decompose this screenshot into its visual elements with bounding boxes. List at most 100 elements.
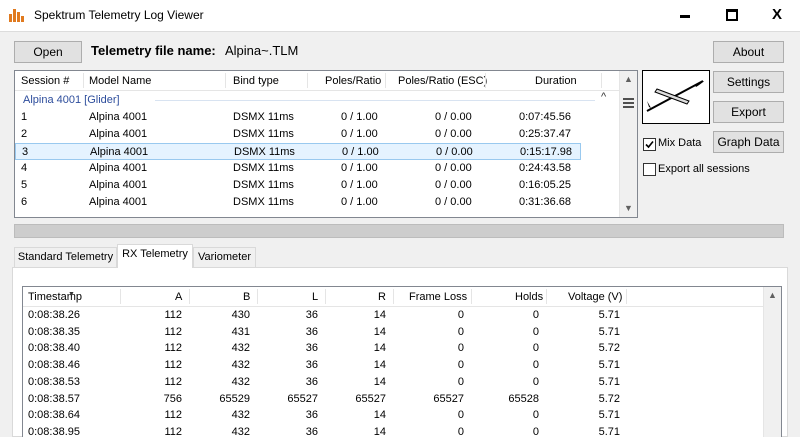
rx-row[interactable]: 0:08:38.57 756 65529 65527 65527 65527 65528 5.… bbox=[23, 391, 763, 407]
group-divider bbox=[155, 100, 595, 101]
sessions-list[interactable]: Session # Model Name Bind type Poles/Rat… bbox=[14, 70, 638, 218]
rx-cell: 112 bbox=[164, 359, 182, 372]
session-cell: 0 / 1.00 bbox=[341, 179, 378, 191]
scroll-up-icon[interactable]: ▲ bbox=[620, 71, 637, 88]
col-l[interactable]: L bbox=[312, 291, 318, 303]
session-cell: Alpina 4001 bbox=[89, 128, 148, 140]
rx-cell: 65527 bbox=[355, 392, 386, 405]
rx-cell: 0:08:38.40 bbox=[28, 342, 80, 355]
rx-cell: 0:08:38.26 bbox=[28, 309, 80, 321]
rx-scrollbar[interactable]: ▲ bbox=[763, 287, 781, 437]
rx-cell: 14 bbox=[373, 375, 386, 388]
sort-arrow-icon: ▼ bbox=[68, 291, 75, 298]
group-header[interactable]: Alpina 4001 [Glider] bbox=[23, 94, 120, 106]
col-b[interactable]: B bbox=[243, 291, 250, 303]
mix-data-label: Mix Data bbox=[658, 137, 702, 149]
rx-cell: 0 bbox=[457, 359, 464, 372]
rx-row[interactable]: 0:08:38.35 112 431 36 14 0 0 5.71 bbox=[23, 324, 763, 340]
session-row[interactable]: 3 Alpina 4001 DSMX 11ms 0 / 1.00 0 / 0.00 0:1… bbox=[15, 143, 581, 160]
rx-row[interactable]: 0:08:38.64 112 432 36 14 0 0 5.71 bbox=[23, 407, 763, 423]
rx-row[interactable]: 0:08:38.53 112 432 36 14 0 0 5.71 bbox=[23, 374, 763, 390]
rx-cell: 5.71 bbox=[598, 359, 620, 372]
glider-icon bbox=[646, 80, 704, 112]
col-a[interactable]: A bbox=[175, 291, 182, 303]
rx-cell: 65527 bbox=[433, 392, 464, 405]
session-cell: Alpina 4001 bbox=[89, 179, 148, 191]
rx-cell: 0 bbox=[532, 409, 539, 422]
about-button[interactable]: About bbox=[713, 41, 784, 63]
session-row[interactable]: 6 Alpina 4001 DSMX 11ms 0 / 1.00 0 / 0.00 0:3… bbox=[15, 194, 581, 211]
rx-cell: 5.71 bbox=[598, 409, 620, 422]
col-poles-ratio[interactable]: Poles/Ratio bbox=[325, 75, 381, 87]
graph-data-button[interactable]: Graph Data bbox=[713, 131, 784, 153]
file-name-label: Telemetry file name: bbox=[91, 43, 216, 58]
rx-row[interactable]: 0:08:38.26 112 430 36 14 0 0 5.71 bbox=[23, 307, 763, 323]
rx-cell: 0 bbox=[532, 325, 539, 338]
rx-cell: 0:08:38.46 bbox=[28, 359, 80, 372]
chevron-up-icon[interactable]: ^ bbox=[601, 91, 606, 103]
session-row[interactable]: 1 Alpina 4001 DSMX 11ms 0 / 1.00 0 / 0.00 0:0… bbox=[15, 109, 581, 126]
session-cell: 6 bbox=[21, 196, 28, 208]
rx-cell: 0 bbox=[532, 425, 539, 437]
rx-cell: 36 bbox=[305, 409, 318, 422]
rx-cell: 14 bbox=[373, 342, 386, 355]
session-cell: Alpina 4001 bbox=[89, 111, 148, 123]
check-icon bbox=[645, 140, 654, 149]
minimize-button[interactable] bbox=[662, 0, 708, 31]
rx-cell: 65527 bbox=[287, 392, 318, 405]
rx-cell: 0:08:38.57 bbox=[28, 392, 80, 405]
session-row[interactable]: 4 Alpina 4001 DSMX 11ms 0 / 1.00 0 / 0.00 0:2… bbox=[15, 160, 581, 177]
session-row[interactable]: 2 Alpina 4001 DSMX 11ms 0 / 1.00 0 / 0.00 0:2… bbox=[15, 126, 581, 143]
session-cell: DSMX 11ms bbox=[233, 162, 294, 174]
session-cell: 0 / 0.00 bbox=[435, 196, 472, 208]
session-cell: 4 bbox=[21, 162, 28, 174]
tab-standard-telemetry[interactable]: Standard Telemetry bbox=[14, 247, 117, 267]
export-button[interactable]: Export bbox=[713, 101, 784, 123]
col-r[interactable]: R bbox=[378, 291, 386, 303]
session-cell: 0:15:17.98 bbox=[520, 146, 572, 158]
col-bind-type[interactable]: Bind type bbox=[233, 75, 279, 87]
export-all-checkbox[interactable] bbox=[643, 163, 656, 176]
close-button[interactable]: X bbox=[754, 0, 800, 31]
col-frame-loss[interactable]: Frame Loss bbox=[409, 291, 467, 303]
rx-cell: 112 bbox=[164, 342, 182, 355]
session-cell: 0:25:37.47 bbox=[519, 128, 571, 140]
col-holds[interactable]: Holds bbox=[515, 291, 543, 303]
rx-cell: 36 bbox=[305, 375, 318, 388]
minimize-icon bbox=[680, 15, 690, 18]
menu-icon[interactable] bbox=[623, 98, 634, 110]
rx-cell: 36 bbox=[305, 309, 318, 321]
rx-row[interactable]: 0:08:38.40 112 432 36 14 0 0 5.72 bbox=[23, 340, 763, 356]
mix-data-checkbox[interactable] bbox=[643, 138, 656, 151]
maximize-button[interactable] bbox=[708, 0, 754, 31]
session-cell: 0 / 0.00 bbox=[435, 162, 472, 174]
rx-cell: 112 bbox=[164, 325, 182, 338]
scroll-down-icon[interactable]: ▼ bbox=[620, 200, 637, 217]
session-cell: 2 bbox=[21, 128, 28, 140]
session-cell: 0:24:43.58 bbox=[519, 162, 571, 174]
scroll-up-icon[interactable]: ▲ bbox=[764, 287, 781, 304]
tab-variometer[interactable]: Variometer bbox=[193, 247, 256, 267]
close-icon: X bbox=[771, 6, 782, 23]
col-duration[interactable]: Duration bbox=[535, 75, 577, 87]
rx-row[interactable]: 0:08:38.95 112 432 36 14 0 0 5.71 bbox=[23, 424, 763, 437]
rx-cell: 5.71 bbox=[598, 325, 620, 338]
rx-row[interactable]: 0:08:38.46 112 432 36 14 0 0 5.71 bbox=[23, 357, 763, 373]
rx-cell: 756 bbox=[163, 392, 182, 405]
open-button[interactable]: Open bbox=[14, 41, 82, 63]
col-voltage[interactable]: Voltage (V) bbox=[568, 291, 622, 303]
tab-rx-telemetry[interactable]: RX Telemetry bbox=[117, 244, 193, 268]
col-poles-ratio-esc[interactable]: Poles/Ratio (ESC) bbox=[398, 75, 487, 87]
session-cell: 0 / 0.00 bbox=[435, 128, 472, 140]
rx-cell: 0 bbox=[457, 342, 464, 355]
settings-button[interactable]: Settings bbox=[713, 71, 784, 93]
col-session[interactable]: Session # bbox=[21, 75, 69, 87]
rx-cell: 5.72 bbox=[598, 342, 620, 355]
col-model-name[interactable]: Model Name bbox=[89, 75, 151, 87]
session-row[interactable]: 5 Alpina 4001 DSMX 11ms 0 / 1.00 0 / 0.00 0:1… bbox=[15, 177, 581, 194]
rx-cell: 432 bbox=[231, 375, 250, 388]
session-cell: 0 / 1.00 bbox=[341, 111, 378, 123]
sessions-scrollbar[interactable]: ▲ ▼ bbox=[619, 71, 637, 217]
rx-telemetry-table[interactable]: Timestamp ▼ A B L R Frame Loss Holds Vol… bbox=[22, 286, 782, 437]
rx-cell: 0:08:38.64 bbox=[28, 409, 80, 422]
